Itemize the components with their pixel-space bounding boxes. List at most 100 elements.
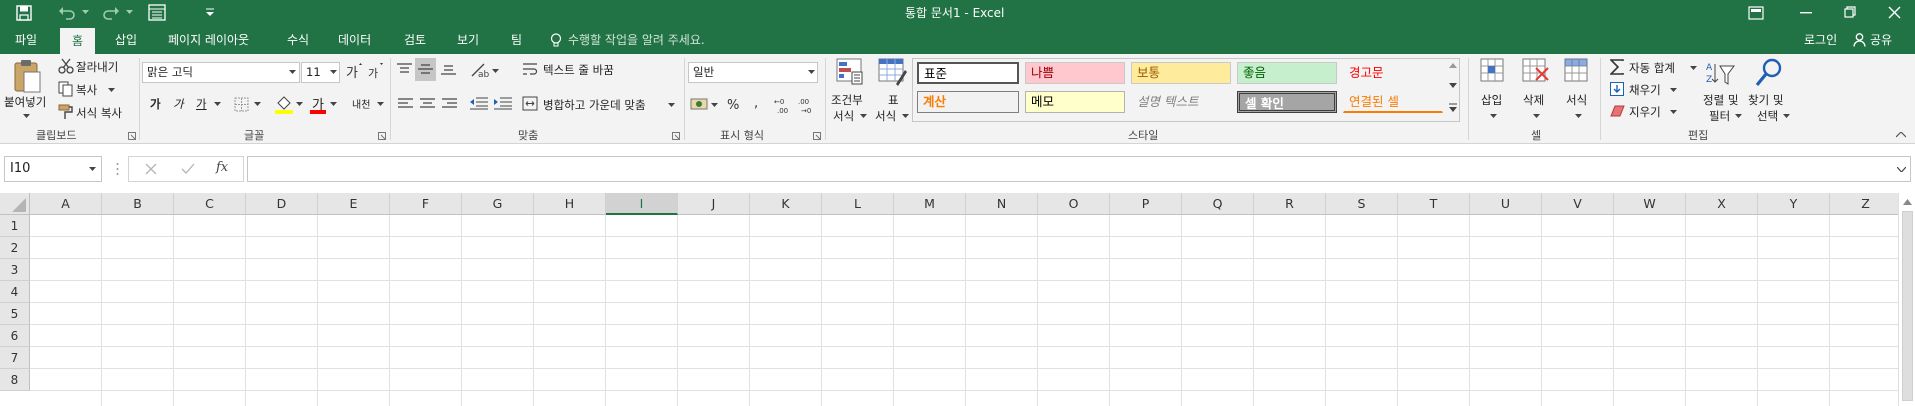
format-cells-label[interactable]: 서식	[1566, 92, 1587, 108]
gallery-more-icon[interactable]	[1449, 103, 1457, 113]
merge-center-label[interactable]: 병합하고 가운데 맞춤	[543, 97, 646, 113]
gallery-scroll-down-icon[interactable]	[1449, 83, 1457, 89]
row-header-2[interactable]: 2	[0, 237, 30, 259]
autosum-icon[interactable]	[1610, 59, 1624, 75]
style-note[interactable]: 메모	[1025, 91, 1125, 113]
fill-color-icon[interactable]	[275, 95, 293, 114]
gallery-scroll-up-icon[interactable]	[1449, 63, 1457, 69]
column-header-p[interactable]: P	[1110, 193, 1182, 215]
format-as-table-label-1[interactable]: 표	[888, 92, 899, 108]
autosum-label[interactable]: 자동 합계	[1629, 60, 1675, 76]
increase-indent-icon[interactable]	[494, 97, 512, 110]
paste-label[interactable]: 붙여넣기	[4, 94, 46, 110]
decrease-decimal-icon[interactable]: .00 →0	[798, 96, 820, 114]
tab-file[interactable]: 파일	[13, 26, 39, 54]
fill-color-dropdown-icon[interactable]	[296, 102, 303, 106]
font-color-dropdown-icon[interactable]	[330, 102, 337, 106]
conditional-formatting-icon[interactable]	[836, 58, 864, 88]
column-header-f[interactable]: F	[390, 193, 462, 215]
format-as-table-dropdown-icon[interactable]	[902, 114, 909, 118]
cut-label[interactable]: 잘라내기	[76, 59, 118, 75]
find-select-label-2[interactable]: 선택	[1757, 108, 1778, 124]
style-neutral[interactable]: 보통	[1131, 62, 1231, 84]
column-header-u[interactable]: U	[1470, 193, 1542, 215]
copy-label[interactable]: 복사	[76, 82, 97, 98]
delete-dropdown-icon[interactable]	[1533, 114, 1540, 118]
undo-icon[interactable]	[58, 5, 76, 21]
font-launcher-icon[interactable]	[378, 132, 386, 140]
bold-button[interactable]: 가	[150, 96, 161, 112]
column-header-y[interactable]: Y	[1758, 193, 1830, 215]
column-header-g[interactable]: G	[462, 193, 534, 215]
insert-function-button[interactable]: fx	[216, 160, 228, 175]
align-middle-icon[interactable]	[415, 58, 436, 81]
fill-icon[interactable]	[1610, 82, 1624, 96]
accounting-dropdown-icon[interactable]	[711, 103, 718, 107]
column-header-n[interactable]: N	[966, 193, 1038, 215]
tab-formulas[interactable]: 수식	[285, 26, 311, 54]
column-header-w[interactable]: W	[1614, 193, 1686, 215]
phonetic-dropdown-icon[interactable]	[377, 102, 384, 106]
merge-center-icon[interactable]	[522, 96, 538, 111]
customize-toolbar-icon[interactable]	[205, 8, 215, 18]
conditional-formatting-label-1[interactable]: 조건부	[831, 92, 863, 108]
sort-filter-label-2[interactable]: 필터	[1709, 108, 1730, 124]
column-header-d[interactable]: D	[246, 193, 318, 215]
row-header-4[interactable]: 4	[0, 281, 30, 303]
select-all-corner[interactable]	[0, 193, 30, 215]
style-explanatory-text[interactable]: 설명 텍스트	[1131, 91, 1231, 113]
accounting-format-icon[interactable]	[690, 96, 710, 112]
style-warning-text[interactable]: 경고문	[1343, 62, 1443, 84]
style-calculation[interactable]: 계산	[917, 91, 1019, 113]
name-box[interactable]: I10	[4, 156, 102, 182]
style-normal[interactable]: 표준	[917, 62, 1019, 84]
minimize-icon[interactable]	[1800, 12, 1812, 14]
sort-filter-icon[interactable]: AZ	[1706, 60, 1736, 88]
fill-dropdown-icon[interactable]	[1670, 88, 1677, 92]
undo-dropdown-icon[interactable]	[82, 10, 89, 15]
conditional-dropdown-icon[interactable]	[860, 114, 867, 118]
column-header-q[interactable]: Q	[1182, 193, 1254, 215]
delete-cells-icon[interactable]	[1522, 58, 1550, 86]
align-center-icon[interactable]	[420, 98, 435, 110]
eraser-icon[interactable]	[1610, 105, 1625, 117]
find-select-label-1[interactable]: 찾기 및	[1748, 92, 1783, 108]
decrease-indent-icon[interactable]	[470, 97, 488, 110]
style-check-cell[interactable]: 셀 확인	[1237, 91, 1337, 113]
column-header-r[interactable]: R	[1254, 193, 1326, 215]
redo-dropdown-icon[interactable]	[126, 10, 133, 15]
copy-dropdown-icon[interactable]	[108, 88, 115, 92]
tab-team[interactable]: 팀	[509, 26, 524, 54]
sort-filter-label-1[interactable]: 정렬 및	[1703, 92, 1738, 108]
scroll-thumb[interactable]	[1902, 211, 1913, 401]
increase-decimal-icon[interactable]: ←0.00	[774, 96, 796, 114]
sort-filter-dropdown-icon[interactable]	[1735, 114, 1742, 118]
autosum-dropdown-icon[interactable]	[1690, 66, 1697, 70]
find-select-dropdown-icon[interactable]	[1783, 114, 1790, 118]
style-good[interactable]: 좋음	[1237, 62, 1337, 84]
phonetic-guide-button[interactable]: 내천	[352, 96, 370, 111]
column-header-t[interactable]: T	[1398, 193, 1470, 215]
column-header-z[interactable]: Z	[1830, 193, 1902, 215]
sign-in-link[interactable]: 로그인	[1802, 26, 1839, 54]
insert-cells-label[interactable]: 삽입	[1481, 92, 1502, 108]
formula-bar-handle-icon[interactable]	[116, 162, 119, 176]
delete-cells-label[interactable]: 삭제	[1523, 92, 1544, 108]
column-header-s[interactable]: S	[1326, 193, 1398, 215]
column-header-a[interactable]: A	[30, 193, 102, 215]
column-header-o[interactable]: O	[1038, 193, 1110, 215]
column-header-k[interactable]: K	[750, 193, 822, 215]
insert-cells-icon[interactable]	[1480, 58, 1506, 86]
cell-area[interactable]	[30, 215, 1898, 406]
column-header-m[interactable]: M	[894, 193, 966, 215]
restore-icon[interactable]	[1844, 6, 1856, 18]
orientation-icon[interactable]: ab	[470, 62, 492, 78]
number-format-select[interactable]: 일반	[688, 62, 818, 83]
cancel-entry-icon[interactable]	[145, 163, 157, 175]
clipboard-launcher-icon[interactable]	[128, 132, 136, 140]
share-button[interactable]: 공유	[1868, 26, 1894, 54]
column-header-j[interactable]: J	[678, 193, 750, 215]
redo-icon[interactable]	[102, 5, 120, 21]
wrap-text-label[interactable]: 텍스트 줄 바꿈	[543, 62, 614, 78]
vertical-scrollbar[interactable]	[1898, 193, 1915, 406]
